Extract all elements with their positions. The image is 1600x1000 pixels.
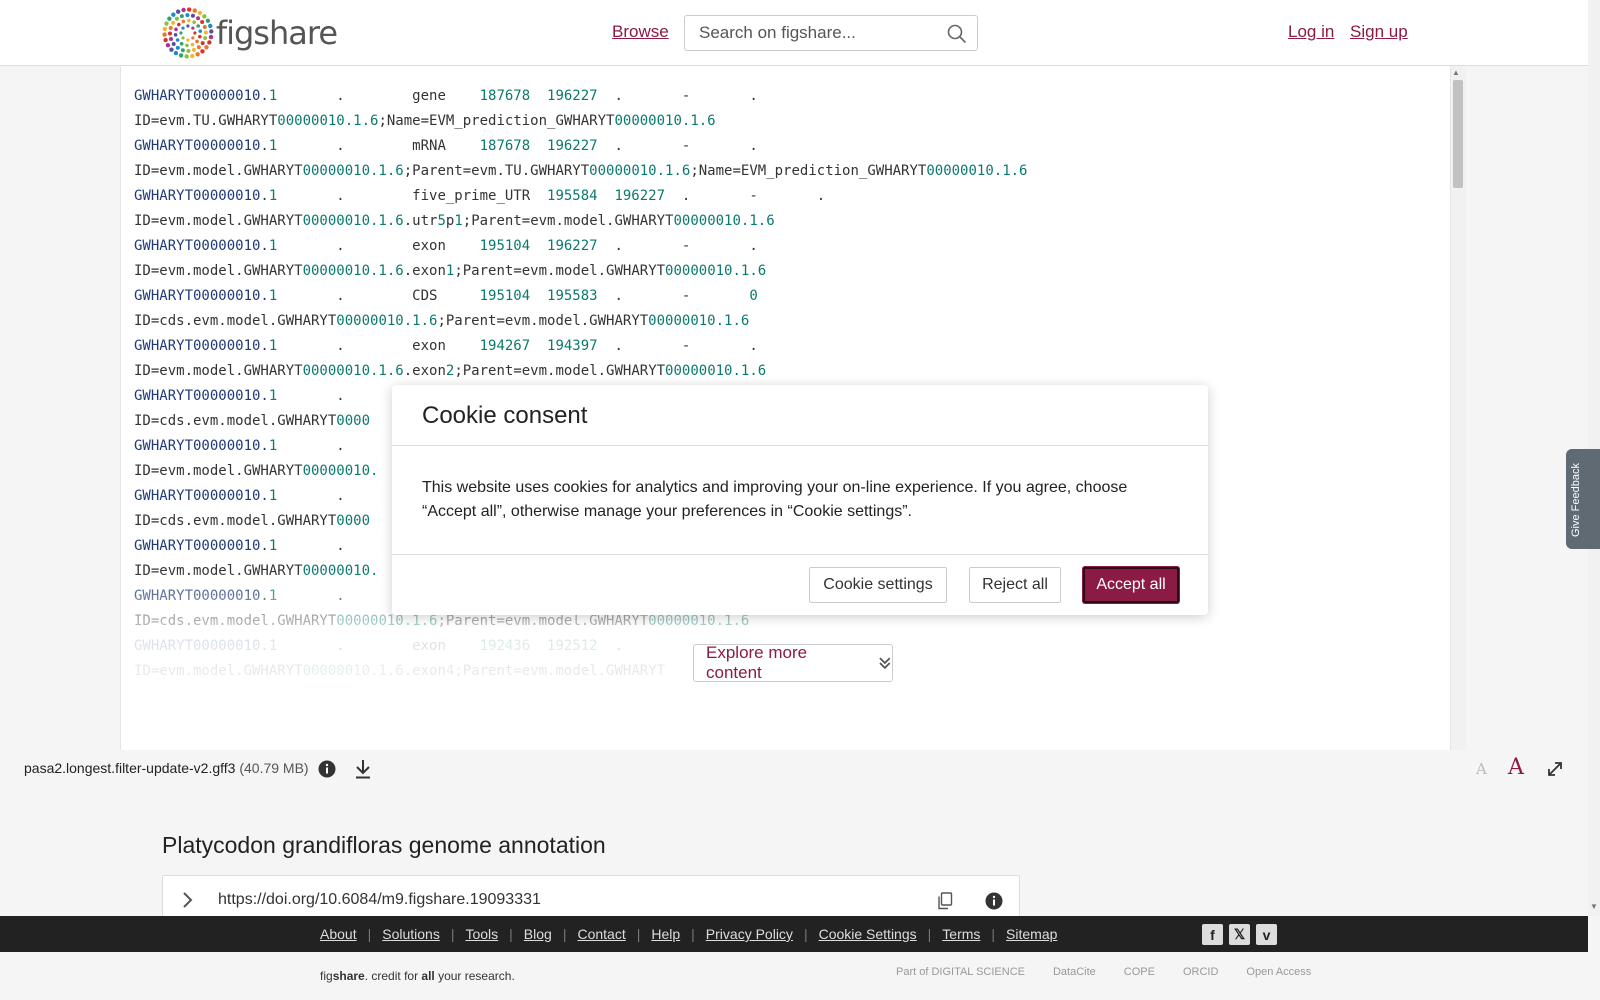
- copy-icon[interactable]: [937, 892, 953, 910]
- login-link[interactable]: Log in: [1288, 22, 1334, 42]
- social-links: f 𝕏 v: [1202, 924, 1277, 945]
- partner-logo[interactable]: Part of DIGITAL SCIENCE: [896, 966, 1025, 978]
- footer-nav: About | Solutions | Tools | Blog | Contact | Help |…: [0, 916, 1588, 952]
- explore-more-button[interactable]: Explore more content: [693, 643, 893, 682]
- code-line: ID=evm.TU.GWHARYT00000010.1.6;Name=EVM_p…: [134, 113, 716, 129]
- cookie-dialog-body: This website uses cookies for analytics …: [422, 479, 1128, 520]
- figshare-logo[interactable]: figshare: [162, 7, 338, 59]
- feedback-label: Give Feedback: [1570, 463, 1582, 537]
- footer-link-terms[interactable]: Terms: [942, 926, 980, 942]
- credit-prefix: fig: [320, 969, 333, 983]
- footer-link-tools[interactable]: Tools: [465, 926, 498, 942]
- browse-link[interactable]: Browse: [612, 22, 669, 42]
- code-line: GWHARYT00000010.1 . exon 195104 196227 .…: [134, 238, 758, 254]
- footer-link-blog[interactable]: Blog: [524, 926, 552, 942]
- footer-credit: figshare. credit for all your research.: [320, 969, 515, 983]
- divider: [392, 445, 1208, 446]
- search-icon[interactable]: [947, 24, 967, 44]
- partner-logo[interactable]: COPE: [1124, 966, 1155, 978]
- cookie-settings-button[interactable]: Cookie settings: [809, 567, 947, 603]
- footer-link-sitemap[interactable]: Sitemap: [1006, 926, 1057, 942]
- footer-link-solutions[interactable]: Solutions: [382, 926, 440, 942]
- code-line: GWHARYT00000010.1 . exon 194267 194397 .…: [134, 338, 758, 354]
- code-line: GWHARYT00000010.1 . mRNA 187678 196227 .…: [134, 138, 758, 154]
- credit-mid: . credit for: [364, 969, 422, 983]
- credit-brand: share: [332, 969, 365, 983]
- code-line: GWHARYT00000010.1 . CDS 195104 195583 . …: [134, 288, 758, 304]
- divider: [392, 554, 1208, 555]
- decrease-font-button[interactable]: A: [1476, 760, 1487, 778]
- info-icon[interactable]: [318, 760, 336, 778]
- footer-link-cookie-settings[interactable]: Cookie Settings: [819, 926, 917, 942]
- footer-link-help[interactable]: Help: [651, 926, 680, 942]
- file-toolbar: pasa2.longest.filter-update-v2.gff3 (40.…: [0, 750, 1588, 788]
- file-size: (40.79 MB): [239, 760, 309, 776]
- code-line: ID=evm.model.GWHARYT00000010.1.6;Parent=…: [134, 163, 1028, 179]
- doi-info-icon[interactable]: [985, 892, 1003, 910]
- search-input[interactable]: [685, 16, 925, 50]
- accept-all-button[interactable]: Accept all: [1083, 567, 1179, 603]
- scroll-up-arrow-icon[interactable]: ▲: [1452, 68, 1460, 77]
- doi-link[interactable]: https://doi.org/10.6084/m9.figshare.1909…: [218, 891, 541, 909]
- cookie-dialog-title: Cookie consent: [422, 402, 588, 429]
- partner-logo[interactable]: ORCID: [1183, 966, 1218, 978]
- footer-link-about[interactable]: About: [320, 926, 357, 942]
- preview-scroll-thumb[interactable]: [1453, 80, 1463, 188]
- code-line: ID=evm.model.GWHARYT00000010.1.6.exon2;P…: [134, 363, 767, 379]
- signup-link[interactable]: Sign up: [1350, 22, 1408, 42]
- logo-text: figshare: [215, 14, 338, 52]
- x-twitter-icon[interactable]: 𝕏: [1229, 924, 1250, 945]
- partner-logo[interactable]: DataCite: [1053, 966, 1096, 978]
- credit-suffix: your research.: [434, 969, 515, 983]
- footer-link-contact[interactable]: Contact: [577, 926, 625, 942]
- code-line: GWHARYT00000010.1 . five_prime_UTR 19558…: [134, 188, 826, 204]
- code-line: GWHARYT00000010.1 . gene 187678 196227 .…: [134, 88, 758, 104]
- code-line: ID=evm.model.GWHARYT00000010.1.6.exon1;P…: [134, 263, 767, 279]
- file-name: pasa2.longest.filter-update-v2.gff3 (40.…: [24, 760, 309, 776]
- credit-all: all: [421, 969, 435, 983]
- figshare-logo-icon: [162, 7, 214, 59]
- footer-bottom: figshare. credit for all your research. …: [0, 952, 1588, 1000]
- code-line: ID=evm.model.GWHARYT00000010.1.6.utr5p1;…: [134, 213, 775, 229]
- site-header: figshare Browse Log in Sign up: [0, 0, 1588, 66]
- give-feedback-tab[interactable]: Give Feedback: [1566, 449, 1600, 549]
- facebook-icon[interactable]: f: [1202, 924, 1223, 945]
- chevron-right-icon[interactable]: [181, 891, 193, 909]
- download-icon[interactable]: [354, 759, 372, 779]
- search-box: [684, 15, 978, 51]
- cookie-consent-dialog: Cookie consent This website uses cookies…: [392, 385, 1208, 615]
- partner-logo[interactable]: Open Access: [1246, 966, 1311, 978]
- increase-font-button[interactable]: A: [1508, 755, 1524, 780]
- fullscreen-icon[interactable]: [1546, 760, 1564, 778]
- file-name-text: pasa2.longest.filter-update-v2.gff3: [24, 760, 236, 776]
- reject-all-button[interactable]: Reject all: [969, 567, 1061, 603]
- footer-links: About | Solutions | Tools | Blog | Contact | Help |…: [320, 926, 1058, 942]
- double-chevron-down-icon: [879, 657, 891, 670]
- code-line: ID=cds.evm.model.GWHARYT00000010.1.6;Par…: [134, 313, 750, 329]
- item-title: Platycodon grandifloras genome annotatio…: [162, 832, 606, 858]
- partner-logos: Part of DIGITAL SCIENCE DataCite COPE ORCID…: [896, 966, 1311, 978]
- scroll-down-arrow-icon[interactable]: ▼: [1590, 902, 1598, 911]
- footer-link-privacy-policy[interactable]: Privacy Policy: [706, 926, 793, 942]
- explore-more-label: Explore more content: [706, 643, 808, 682]
- vimeo-icon[interactable]: v: [1256, 924, 1277, 945]
